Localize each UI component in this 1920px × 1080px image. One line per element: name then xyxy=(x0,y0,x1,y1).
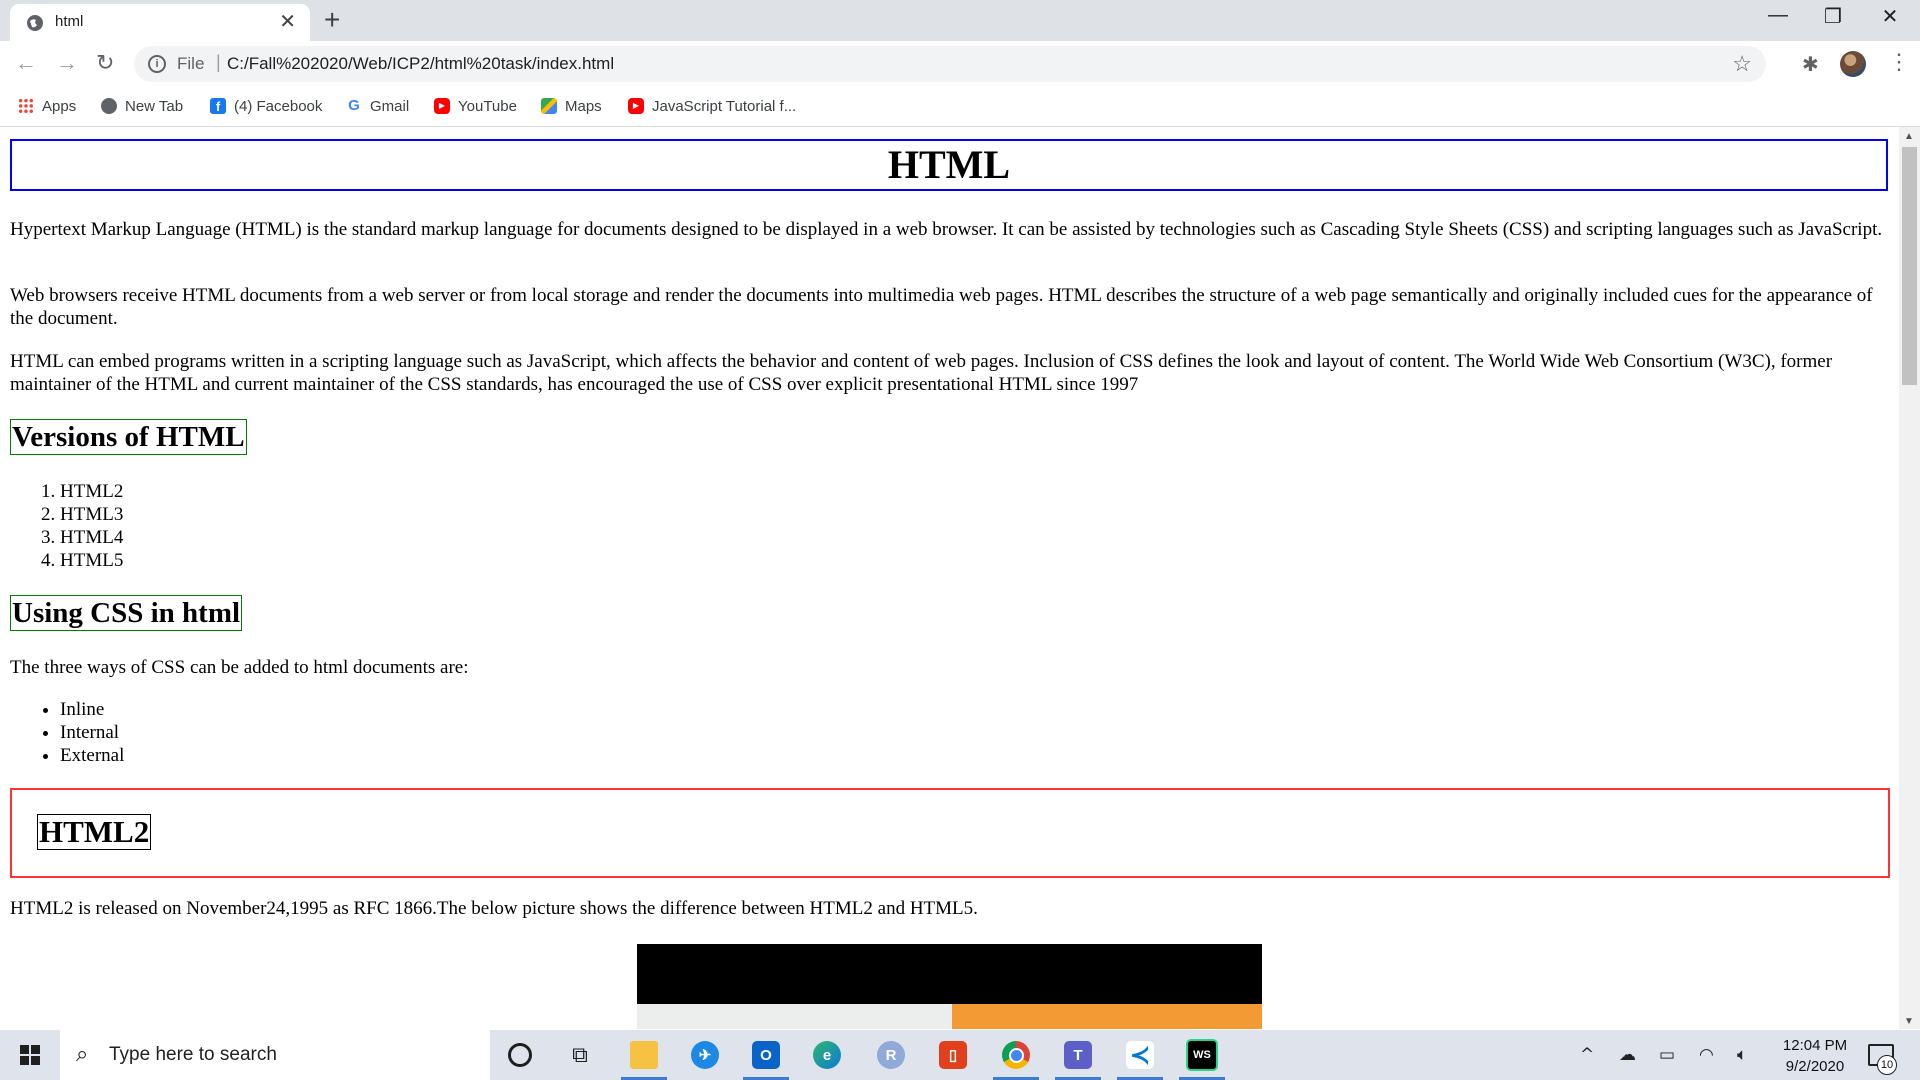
bookmark-gmail[interactable]: G Gmail xyxy=(346,94,409,118)
address-bar[interactable]: i File | C:/Fall%202020/Web/ICP2/html%20… xyxy=(134,46,1766,82)
globe-icon xyxy=(101,98,117,114)
html2-section-box: HTML2 xyxy=(10,788,1890,878)
list-item: External xyxy=(60,744,124,767)
extensions-puzzle-icon[interactable]: ✱ xyxy=(1802,52,1819,77)
edge-icon[interactable]: e xyxy=(802,1030,852,1080)
browser-tab[interactable]: html ✕ xyxy=(10,4,310,41)
bookmark-new-tab[interactable]: New Tab xyxy=(101,94,183,118)
html2-heading: HTML2 xyxy=(39,814,150,849)
tab-strip: html ✕ + — ❐ ✕ xyxy=(0,0,1920,41)
teams-icon[interactable]: T xyxy=(1053,1030,1103,1080)
bookmark-facebook[interactable]: f (4) Facebook xyxy=(210,94,322,118)
youtube-icon: ▶ xyxy=(434,98,450,114)
globe-icon xyxy=(27,15,43,31)
back-button[interactable]: ← xyxy=(15,52,37,74)
forward-button[interactable]: → xyxy=(56,52,78,74)
page-viewport: HTML Hypertext Markup Language (HTML) is… xyxy=(0,127,1899,1029)
page-scrollbar[interactable]: ▲ ▼ xyxy=(1899,127,1920,1029)
bookmark-apps[interactable]: Apps xyxy=(18,94,76,118)
scrollbar-thumb[interactable] xyxy=(1902,147,1917,385)
list-item: Internal xyxy=(60,721,124,744)
info-icon[interactable]: i xyxy=(148,55,166,73)
list-item: HTML2 xyxy=(60,480,123,503)
versions-heading: Versions of HTML xyxy=(12,421,245,453)
notification-count-badge: 10 xyxy=(1877,1055,1897,1075)
search-icon: ⌕ xyxy=(76,1041,89,1066)
reload-button[interactable]: ↻ xyxy=(96,52,114,74)
clock-date: 9/2/2020 xyxy=(1785,1058,1845,1075)
apps-grid-icon xyxy=(18,98,34,114)
menu-kebab-icon[interactable]: ⋮ xyxy=(1888,49,1910,75)
clock-time: 12:04 PM xyxy=(1782,1037,1848,1054)
html2-heading-box: HTML2 xyxy=(37,814,152,850)
address-url[interactable]: C:/Fall%202020/Web/ICP2/html%20task/inde… xyxy=(227,54,614,74)
fiddler-icon[interactable]: ✈ xyxy=(680,1030,730,1080)
maps-icon xyxy=(541,98,557,114)
taskbar-clock[interactable]: 12:04 PM 9/2/2020 xyxy=(1770,1035,1860,1077)
scroll-down-arrow-icon[interactable]: ▼ xyxy=(1904,1016,1914,1027)
windows-start-icon[interactable] xyxy=(20,1045,40,1065)
intro-paragraph-1: Hypertext Markup Language (HTML) is the … xyxy=(10,219,1883,240)
cortana-icon[interactable] xyxy=(495,1030,545,1080)
facebook-icon: f xyxy=(210,98,226,114)
vscode-icon[interactable]: ≺ xyxy=(1115,1030,1165,1080)
search-placeholder: Type here to search xyxy=(109,1044,277,1065)
bookmark-javascript-tutorial[interactable]: ▶ JavaScript Tutorial f... xyxy=(628,94,796,118)
file-explorer-icon[interactable] xyxy=(619,1030,669,1080)
list-item: HTML3 xyxy=(60,503,123,526)
minimize-button[interactable]: — xyxy=(1758,4,1798,27)
task-view-icon[interactable]: ⧉ xyxy=(555,1030,605,1080)
bookmarks-bar: Apps New Tab f (4) Facebook G Gmail ▶ Yo… xyxy=(0,88,1920,127)
new-tab-button[interactable]: + xyxy=(324,5,340,35)
list-item: Inline xyxy=(60,698,124,721)
youtube-icon: ▶ xyxy=(628,98,644,114)
page-title: HTML xyxy=(887,142,1011,187)
onedrive-cloud-icon[interactable]: ☁ xyxy=(1619,1045,1636,1065)
outlook-icon[interactable]: O xyxy=(741,1030,791,1080)
versions-list: HTML2 HTML3 HTML4 HTML5 xyxy=(10,480,123,572)
restore-button[interactable]: ❐ xyxy=(1813,4,1853,29)
versions-heading-box: Versions of HTML xyxy=(10,419,247,455)
css-ways-list: Inline Internal External xyxy=(10,698,124,767)
bookmark-star-icon[interactable]: ☆ xyxy=(1732,51,1752,77)
chrome-icon[interactable] xyxy=(991,1030,1041,1080)
profile-avatar[interactable] xyxy=(1840,51,1866,77)
intro-paragraph-3: HTML can embed programs written in a scr… xyxy=(10,351,1833,395)
battery-icon[interactable]: ▭ xyxy=(1659,1045,1675,1065)
address-separator: | xyxy=(216,52,221,72)
image-left-panel xyxy=(637,1004,952,1029)
scroll-up-arrow-icon[interactable]: ▲ xyxy=(1904,131,1914,142)
html-comparison-image xyxy=(637,944,1262,1029)
address-scheme: File xyxy=(177,54,205,73)
bookmark-maps[interactable]: Maps xyxy=(541,94,602,118)
wifi-icon[interactable]: ◠ xyxy=(1699,1045,1714,1065)
css-heading: Using CSS in html xyxy=(12,597,241,629)
google-icon: G xyxy=(348,97,360,114)
html2-description: HTML2 is released on November24,1995 as … xyxy=(10,898,978,919)
volume-icon[interactable]: 🔈︎ xyxy=(1737,1045,1747,1065)
taskbar-search-box[interactable]: ⌕ Type here to search xyxy=(60,1030,490,1080)
windows-taskbar: ⌕ Type here to search ⧉ ✈ O e R ▯ T ≺ WS… xyxy=(0,1030,1920,1080)
list-item: HTML4 xyxy=(60,526,123,549)
css-intro: The three ways of CSS can be added to ht… xyxy=(10,657,469,678)
tab-close-icon[interactable]: ✕ xyxy=(279,9,296,34)
list-item: HTML5 xyxy=(60,549,123,572)
page-title-box: HTML xyxy=(10,139,1888,191)
office-icon[interactable]: ▯ xyxy=(928,1030,978,1080)
intro-paragraph-2: Web browsers receive HTML documents from… xyxy=(10,285,1873,329)
tab-title: html xyxy=(55,13,84,30)
tray-chevron-up-icon[interactable]: ^ xyxy=(1580,1045,1594,1065)
close-window-button[interactable]: ✕ xyxy=(1870,4,1910,29)
image-right-panel xyxy=(952,1004,1262,1029)
browser-toolbar: ← → ↻ i File | C:/Fall%202020/Web/ICP2/h… xyxy=(0,41,1920,88)
r-app-icon[interactable]: R xyxy=(866,1030,916,1080)
css-heading-box: Using CSS in html xyxy=(10,595,243,631)
bookmark-youtube[interactable]: ▶ YouTube xyxy=(434,94,517,118)
webstorm-icon[interactable]: WS xyxy=(1177,1030,1227,1080)
